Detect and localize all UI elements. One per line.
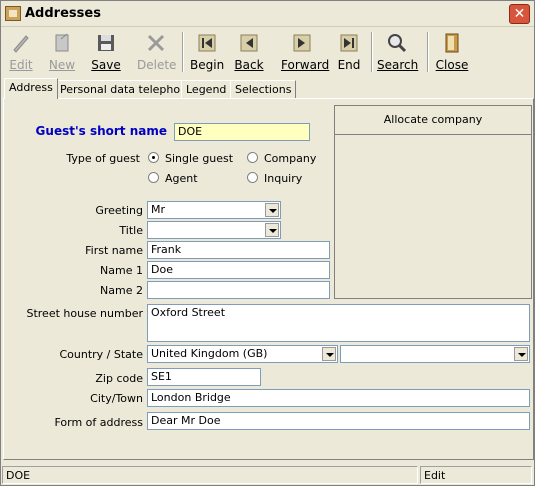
toolbar-separator [182,32,184,72]
delete-button[interactable]: Delete [137,30,177,74]
close-button[interactable]: Close [435,30,469,74]
previous-record-icon [240,34,258,52]
back-button[interactable]: Back [234,30,264,74]
edit-label: Edit [9,58,33,72]
title-label: Title [119,224,143,237]
status-left: DOE [2,466,418,484]
address-tab-page: Guest's short name DOE Type of guest Sin… [3,98,534,460]
short-name-label: Guest's short name [35,124,167,138]
name1-label: Name 1 [100,264,143,277]
radio-dot-icon [148,152,159,163]
app-icon [5,6,21,21]
type-of-guest-label: Type of guest [66,152,140,165]
street-field[interactable]: Oxford Street [147,304,530,342]
greeting-value: Mr [151,203,166,216]
end-button[interactable]: End [335,30,363,74]
radio-single-guest-label: Single guest [165,152,234,165]
title-select[interactable] [147,221,281,239]
radio-inquiry-label: Inquiry [264,172,303,185]
zip-code-field[interactable]: SE1 [147,368,261,386]
first-name-label: First name [85,244,143,257]
allocate-company-header[interactable]: Allocate company [335,106,531,135]
forward-label: Forward [281,58,330,72]
radio-agent-label: Agent [165,172,198,185]
radio-inquiry[interactable]: Inquiry [247,172,302,185]
greeting-select[interactable]: Mr [147,201,281,219]
status-bar: DOE Edit [1,464,534,485]
chevron-down-icon[interactable] [322,347,336,361]
magnifier-icon [388,34,407,53]
short-name-field[interactable]: DOE [174,123,310,141]
last-record-icon [340,34,358,52]
begin-label: Begin [190,58,225,72]
toolbar-separator [427,32,429,72]
radio-dot-icon [247,152,258,163]
greeting-label: Greeting [95,204,143,217]
next-record-icon [293,34,311,52]
tab-legend[interactable]: Legend [181,80,232,99]
name2-field[interactable] [147,281,330,299]
begin-button[interactable]: Begin [190,30,224,74]
first-name-field[interactable]: Frank [147,241,330,259]
addresses-window: Addresses ✕ Edit New Save Delete Begin B… [0,0,535,486]
chevron-down-icon[interactable] [265,203,279,217]
close-window-button[interactable]: ✕ [509,4,530,24]
close-label: Close [435,58,469,72]
save-label: Save [91,58,121,72]
radio-dot-icon [148,172,159,183]
country-value: United Kingdom (GB) [151,347,268,360]
forward-button[interactable]: Forward [281,30,330,74]
edit-button[interactable]: Edit [7,30,35,74]
radio-single-guest[interactable]: Single guest [148,152,233,165]
tab-address[interactable]: Address [4,78,58,99]
new-document-icon [55,33,69,52]
first-record-icon [198,34,216,52]
zip-code-label: Zip code [95,372,143,385]
search-label: Search [377,58,419,72]
delete-icon [147,34,165,52]
form-of-address-field[interactable]: Dear Mr Doe [147,412,530,430]
tab-selections[interactable]: Selections [230,80,297,99]
floppy-disk-icon [98,35,114,51]
radio-dot-icon [247,172,258,183]
end-label: End [337,58,361,72]
back-label: Back [234,58,264,72]
toolbar-separator [371,32,373,72]
country-select[interactable]: United Kingdom (GB) [147,345,338,363]
radio-company-label: Company [264,152,317,165]
tab-strip: Address Personal data telephone Legend S… [1,78,534,99]
chevron-down-icon[interactable] [514,347,528,361]
form-of-address-label: Form of address [54,416,143,429]
new-button[interactable]: New [47,30,77,74]
window-title: Addresses [25,6,101,21]
allocate-company-panel: Allocate company [334,105,532,299]
chevron-down-icon[interactable] [265,223,279,237]
name2-label: Name 2 [100,284,143,297]
city-field[interactable]: London Bridge [147,389,530,407]
radio-company[interactable]: Company [247,152,316,165]
city-label: City/Town [90,392,143,405]
delete-label: Delete [137,58,177,72]
toolbar: Edit New Save Delete Begin Back Forward [1,28,534,76]
search-button[interactable]: Search [377,30,419,74]
tab-personal-data-telephone[interactable]: Personal data telephone [55,80,199,99]
radio-agent[interactable]: Agent [148,172,198,185]
name1-field[interactable]: Doe [147,261,330,279]
status-right: Edit [420,466,532,484]
street-label: Street house number [26,307,143,320]
state-select[interactable] [340,345,530,363]
title-bar: Addresses ✕ [1,1,534,27]
door-exit-icon [445,33,459,53]
country-label: Country / State [59,348,143,361]
new-label: New [48,58,76,72]
save-button[interactable]: Save [89,30,123,74]
pencil-icon [13,35,29,53]
